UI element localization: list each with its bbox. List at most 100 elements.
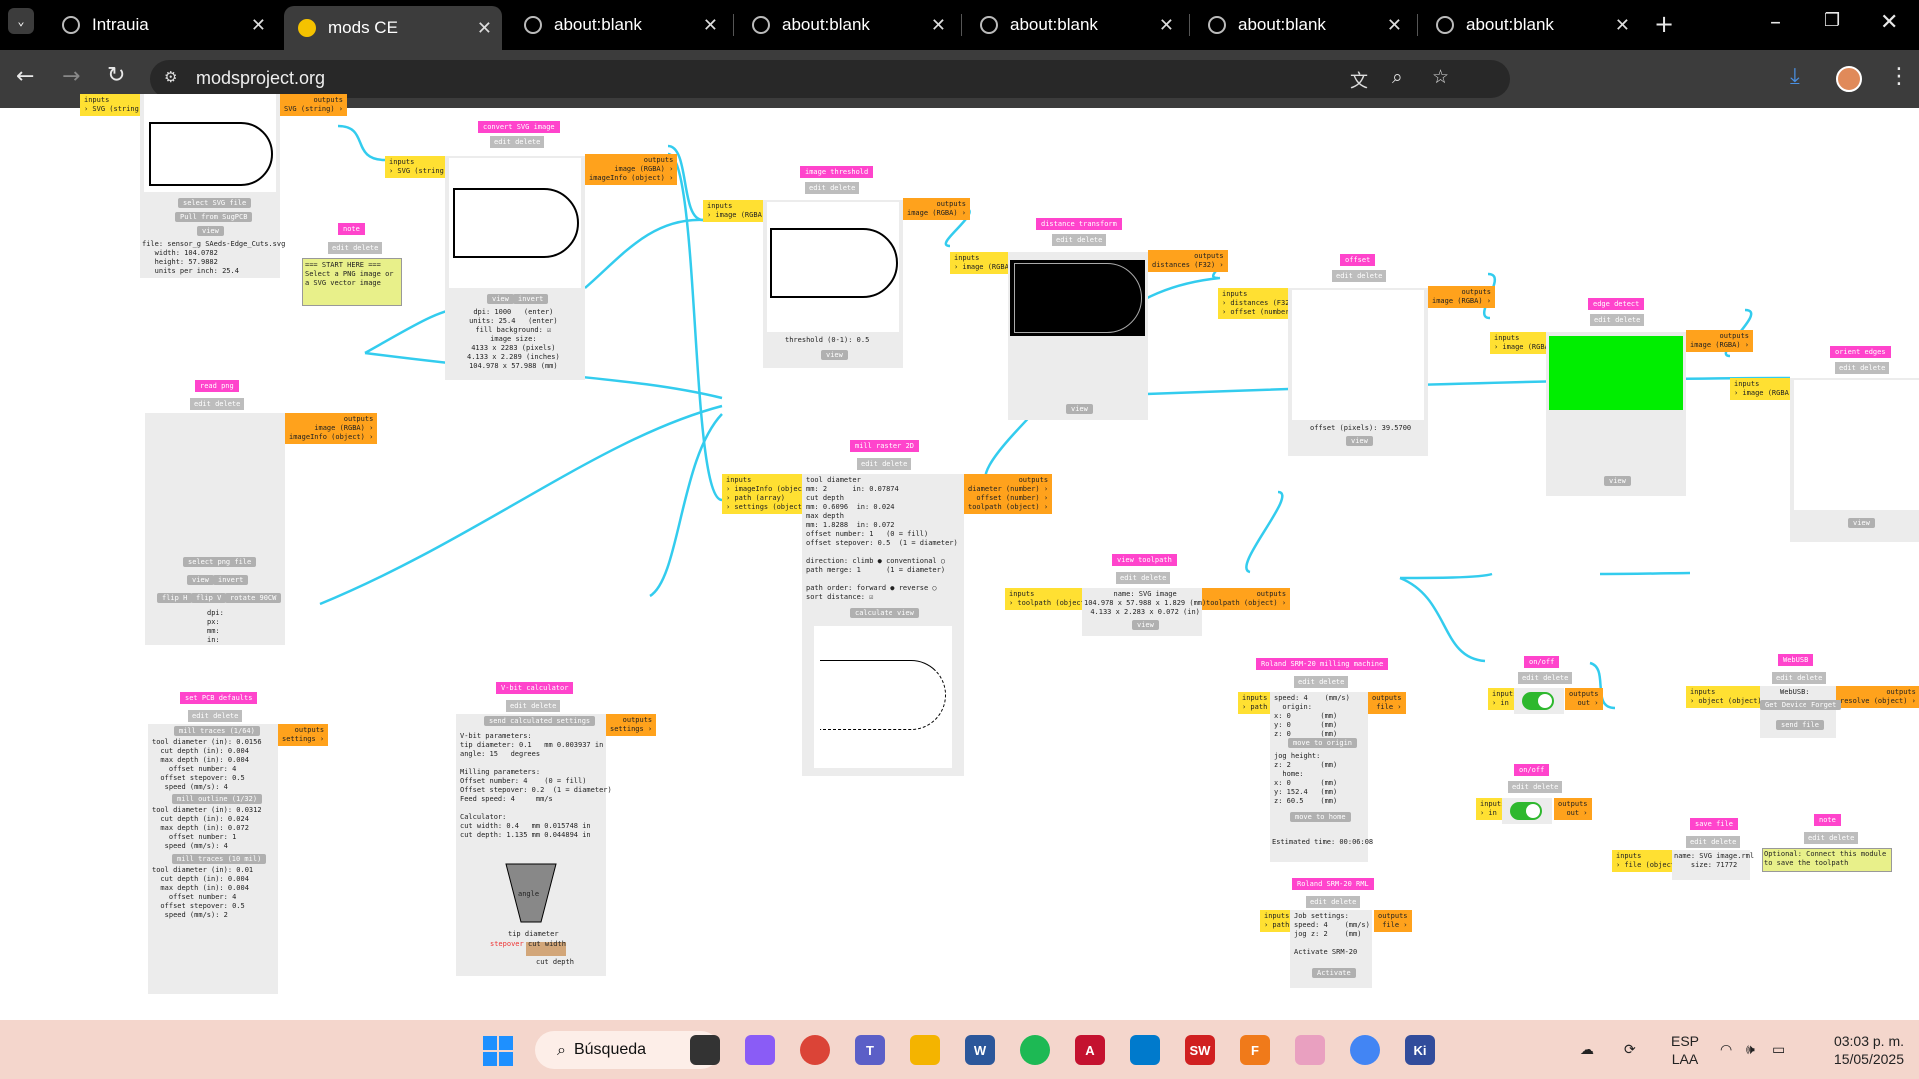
tab-search-button[interactable]: ⌄ (8, 8, 34, 34)
mill-raster-edit-delete[interactable]: edit delete (857, 458, 912, 470)
edge-outputs[interactable]: outputs image (RGBA) › (1686, 330, 1754, 352)
offset-inputs[interactable]: inputs › distances (F32) › offset (numbe… (1218, 288, 1298, 319)
clock[interactable]: 03:03 p. m. 15/05/2025 (1804, 1032, 1904, 1068)
webusb-inputs[interactable]: inputs › object (object) (1686, 686, 1766, 708)
reload-icon[interactable]: ↻ (107, 65, 125, 87)
windows-start-icon[interactable] (483, 1036, 513, 1066)
close-icon[interactable]: ✕ (477, 18, 492, 39)
close-icon[interactable]: ✕ (251, 15, 266, 36)
select-svg-button[interactable]: select SVG file (178, 198, 252, 208)
roland-rml-info[interactable]: Job settings: speed: 4 (mm/s) jog z: 2 (… (1294, 912, 1370, 957)
pcb-defaults-edit-delete[interactable]: edit delete (188, 710, 243, 722)
wifi-icon[interactable]: ◠ (1720, 1040, 1732, 1058)
calculate-button[interactable]: calculate (850, 608, 898, 618)
view-toolpath-inputs[interactable]: inputs › toolpath (object) (1005, 588, 1094, 610)
solidworks-icon[interactable]: SW (1185, 1035, 1215, 1065)
view-button[interactable]: view (821, 350, 848, 360)
back-arrow-icon[interactable]: ← (16, 66, 34, 88)
pcb-params-2[interactable]: tool diameter (in): 0.0312 cut depth (in… (152, 806, 262, 851)
edge-detect-title[interactable]: edge detect (1588, 298, 1645, 310)
threshold-title[interactable]: image threshold (800, 166, 874, 178)
svg-input-inputs[interactable]: inputs › SVG (string) (80, 94, 148, 116)
convert-svg-inputs[interactable]: inputs › SVG (string) (385, 156, 453, 178)
svg-input-outputs[interactable]: outputs SVG (string) › (280, 94, 348, 116)
save-file-title[interactable]: save file (1690, 818, 1738, 830)
webusb-outputs[interactable]: outputs resolve (object) › (1836, 686, 1919, 708)
roland-edit-delete[interactable]: edit delete (1294, 676, 1349, 688)
roland-home-info[interactable]: jog height: z: 2 (mm) home: x: 0 (mm) y:… (1274, 752, 1337, 806)
restore-icon[interactable]: ❐ (1824, 12, 1840, 30)
new-tab-plus-icon[interactable]: + (1654, 12, 1674, 36)
onoff-outputs[interactable]: outputs out › (1565, 688, 1603, 710)
mill-raster-inputs[interactable]: inputs › imageInfo (object) › path (arra… (722, 474, 815, 514)
mill-raster-title[interactable]: mill raster 2D (850, 440, 920, 452)
mill-raster-outputs[interactable]: outputs diameter (number) › offset (numb… (964, 474, 1053, 514)
pcb-defaults-title[interactable]: set PCB defaults (180, 692, 258, 704)
view-button[interactable]: view (1604, 476, 1631, 486)
webusb-title[interactable]: WebUSB (1778, 654, 1814, 666)
spotify-icon[interactable] (1020, 1035, 1050, 1065)
vbit-edit-delete[interactable]: edit delete (506, 700, 561, 712)
pcb-defaults-outputs[interactable]: outputs settings › (278, 724, 329, 746)
rotate-button[interactable]: rotate 90CW (225, 593, 282, 603)
view-button[interactable]: view (1132, 620, 1159, 630)
on-off-toggle[interactable] (1522, 692, 1554, 710)
roland-inputs[interactable]: inputs › path (1238, 692, 1272, 714)
threshold-outputs[interactable]: outputs image (RGBA) › (903, 198, 971, 220)
battery-icon[interactable]: ▭ (1772, 1040, 1785, 1058)
view-button[interactable]: view (197, 226, 224, 236)
pcb-params-1[interactable]: tool diameter (in): 0.0156 cut depth (in… (152, 738, 262, 792)
bookmark-star-icon[interactable]: ☆ (1432, 66, 1449, 88)
roland-rml-title[interactable]: Roland SRM-20 RML (1292, 878, 1374, 890)
roland-outputs[interactable]: outputs file › (1368, 692, 1406, 714)
menu-kebab-icon[interactable]: ⋮ (1888, 66, 1910, 88)
app-icon[interactable] (1295, 1035, 1325, 1065)
view-button[interactable]: view (1066, 404, 1093, 414)
threshold-inputs[interactable]: inputs › image (RGBA) (703, 200, 771, 222)
roland-rml-edit-delete[interactable]: edit delete (1306, 896, 1361, 908)
send-file-button[interactable]: send file (1776, 720, 1824, 730)
onedrive-icon[interactable]: ☁ (1580, 1040, 1594, 1058)
tab-about-blank[interactable]: about:blank ✕ (966, 8, 1184, 42)
invert-button[interactable]: invert (213, 575, 249, 585)
translate-icon[interactable]: 文 (1350, 67, 1368, 93)
onoff-title[interactable]: on/off (1514, 764, 1550, 776)
convert-svg-title[interactable]: convert SVG image (478, 121, 560, 133)
roland-title[interactable]: Roland SRM-20 milling machine (1256, 658, 1389, 670)
roland-rml-inputs[interactable]: inputs › path (1260, 910, 1294, 932)
get-device-button[interactable]: Get Device (1760, 700, 1813, 710)
distance-transform-title[interactable]: distance transform (1036, 218, 1122, 230)
zoom-icon[interactable]: ⌕ (1392, 66, 1403, 88)
note-title[interactable]: note (1814, 814, 1841, 826)
view-toolpath-edit-delete[interactable]: edit delete (1116, 572, 1171, 584)
onoff-title[interactable]: on/off (1524, 656, 1560, 668)
language-indicator[interactable]: ESP LAA (1664, 1032, 1706, 1068)
view-button[interactable]: view (187, 575, 214, 585)
read-png-edit-delete[interactable]: edit delete (190, 398, 245, 410)
task-view-icon[interactable] (690, 1035, 720, 1065)
orient-edges-title[interactable]: orient edges (1830, 346, 1891, 358)
note-text[interactable]: Optional: Connect this module to save th… (1762, 848, 1892, 872)
move-to-origin-button[interactable]: move to origin (1288, 738, 1358, 748)
close-icon[interactable]: ✕ (1159, 15, 1174, 36)
orient-inputs[interactable]: inputs › image (RGBA) (1730, 378, 1798, 400)
send-settings-button[interactable]: send calculated settings (484, 716, 596, 726)
roland-rml-outputs[interactable]: outputs file › (1374, 910, 1412, 932)
webusb-edit-delete[interactable]: edit delete (1772, 672, 1827, 684)
pcb-params-3[interactable]: tool diameter (in): 0.01 cut depth (in):… (152, 866, 253, 920)
autocad-icon[interactable]: A (1075, 1035, 1105, 1065)
tab-about-blank[interactable]: about:blank ✕ (1422, 8, 1640, 42)
offset-title[interactable]: offset (1340, 254, 1376, 266)
tab-intrauia[interactable]: Intrauia ✕ (48, 8, 276, 42)
offset-info[interactable]: offset (pixels): 39.5700 (1310, 424, 1411, 433)
orient-edit-delete[interactable]: edit delete (1835, 362, 1890, 374)
note-edit-delete[interactable]: edit delete (1804, 832, 1859, 844)
teams-icon[interactable]: T (855, 1035, 885, 1065)
select-png-button[interactable]: select png file (183, 557, 257, 567)
view-button[interactable]: view (1848, 518, 1875, 528)
view-button[interactable]: view (1346, 436, 1373, 446)
chrome-active-icon[interactable] (1350, 1035, 1380, 1065)
flip-h-button[interactable]: flip H (157, 593, 193, 603)
distance-outputs[interactable]: outputs distances (F32) › (1148, 250, 1228, 272)
volume-icon[interactable]: 🕪 (1746, 1040, 1755, 1058)
